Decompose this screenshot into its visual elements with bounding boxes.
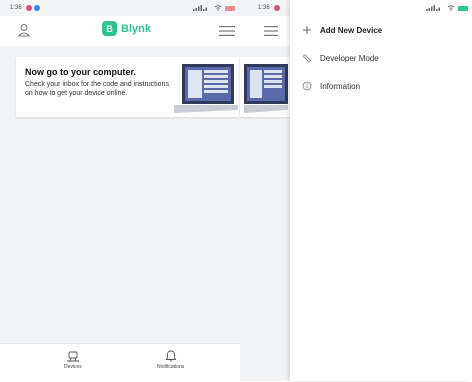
main-screen-peek: 1:36 bbox=[240, 0, 290, 381]
laptop-illustration bbox=[174, 64, 238, 113]
drawer-status bbox=[410, 0, 468, 16]
plus-icon bbox=[303, 26, 311, 34]
notification-dot-icon bbox=[273, 5, 280, 11]
info-icon bbox=[302, 81, 312, 91]
app-bar: B Blynk bbox=[0, 16, 240, 46]
card-title: Now go to your computer. bbox=[25, 67, 137, 77]
laptop-illustration bbox=[244, 64, 288, 113]
battery-icon bbox=[225, 5, 235, 11]
signal-icon bbox=[193, 5, 207, 11]
notification-dots bbox=[25, 5, 40, 11]
hamburger-menu-icon[interactable] bbox=[264, 26, 278, 36]
menu-label: Developer Mode bbox=[320, 53, 379, 63]
status-time-right: 1:36 bbox=[258, 5, 270, 11]
onboarding-card: Now go to your computer. Check your inbo… bbox=[16, 57, 239, 117]
status-bar-right: 1:36 bbox=[258, 0, 288, 16]
wifi-icon bbox=[214, 5, 222, 11]
menu-developer-mode[interactable]: Developer Mode bbox=[302, 53, 379, 63]
notification-dot-icon bbox=[25, 5, 32, 11]
status-indicators bbox=[193, 5, 235, 11]
menu-add-new-device[interactable]: Add New Device bbox=[302, 25, 382, 35]
phone-screen-main: 1:36 B Blynk Now go to your computer. Ch… bbox=[0, 0, 240, 382]
logo-text: Blynk bbox=[121, 22, 151, 35]
tab-devices[interactable]: Devices bbox=[64, 350, 82, 370]
wifi-icon bbox=[447, 5, 455, 11]
user-icon[interactable] bbox=[17, 23, 31, 37]
battery-icon bbox=[458, 5, 468, 11]
status-indicators-right bbox=[426, 5, 468, 11]
notification-dot-icon bbox=[33, 5, 40, 11]
tab-devices-label: Devices bbox=[64, 364, 82, 370]
menu-label: Add New Device bbox=[320, 25, 383, 35]
wrench-icon bbox=[303, 54, 312, 63]
peek-app-bar bbox=[240, 16, 290, 46]
logo-badge: B bbox=[102, 21, 117, 36]
blynk-logo: B Blynk bbox=[102, 21, 151, 36]
tab-notifications-label: Notifications bbox=[157, 364, 185, 370]
devices-icon bbox=[66, 351, 79, 362]
status-time: 1:36 bbox=[10, 5, 22, 11]
menu-label: Information bbox=[320, 81, 361, 91]
notification-dots-right bbox=[273, 5, 280, 11]
menu-information[interactable]: Information bbox=[302, 81, 360, 91]
bottom-navigation: Devices Notifications bbox=[0, 343, 240, 382]
signal-icon bbox=[426, 5, 440, 11]
card-body: Check your inbox for the code and instru… bbox=[25, 81, 169, 97]
status-bar: 1:36 bbox=[10, 0, 235, 16]
navigation-drawer: Add New Device Developer Mode Informatio… bbox=[290, 0, 472, 381]
peek-card bbox=[240, 57, 290, 117]
bell-icon bbox=[165, 350, 176, 362]
tab-notifications[interactable]: Notifications bbox=[157, 350, 184, 370]
hamburger-menu-icon[interactable] bbox=[219, 26, 235, 36]
